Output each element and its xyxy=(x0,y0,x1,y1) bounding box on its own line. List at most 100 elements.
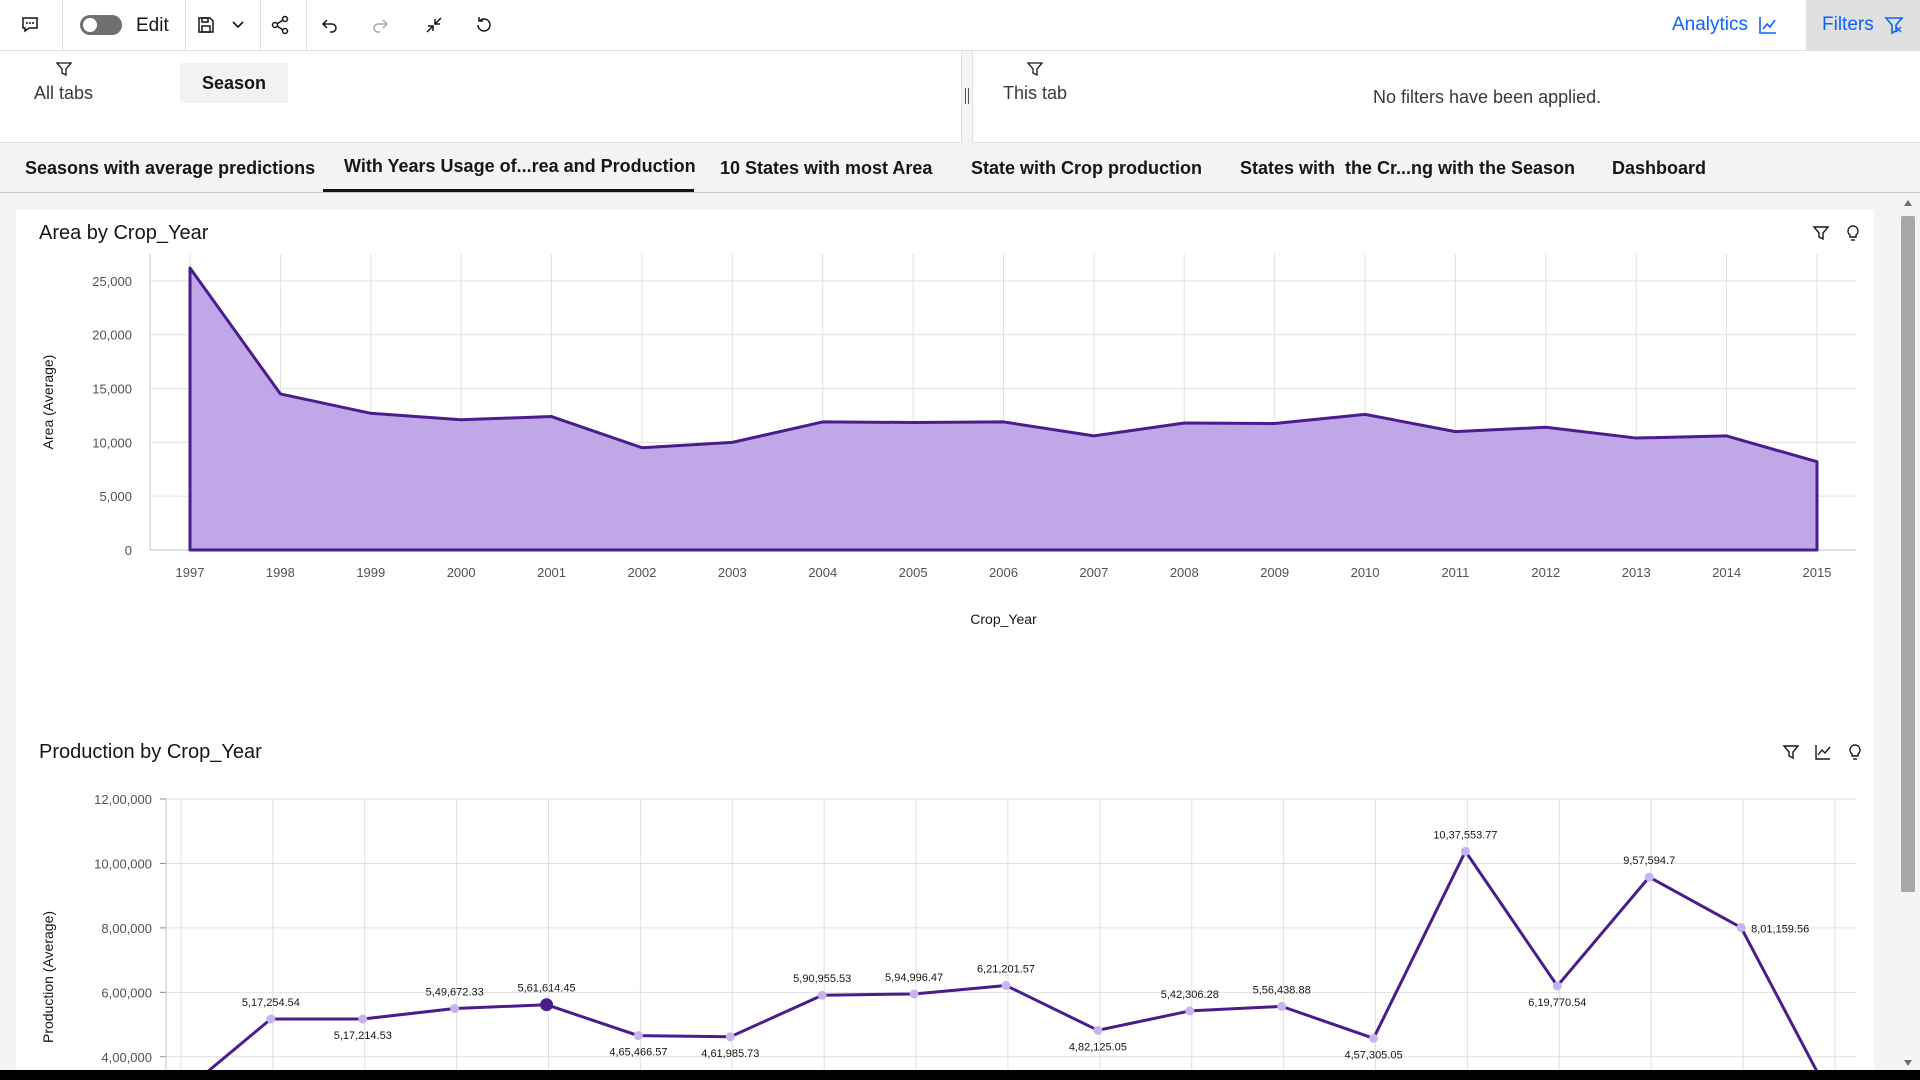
filter-icon xyxy=(55,62,72,77)
filter-icon[interactable] xyxy=(1812,224,1830,242)
area-chart[interactable]: 0 5,000 10,000 15,000 20,000 25,000 1997 1998 19… xyxy=(16,250,1874,750)
analytics-icon xyxy=(1759,17,1777,34)
filters-button[interactable]: Filters xyxy=(1806,0,1920,50)
data-label: 5,17,214.53 xyxy=(334,1030,392,1042)
y-tick-label: 10,00,000 xyxy=(94,856,152,871)
filter-icon xyxy=(1883,17,1904,35)
scrollbar-thumb[interactable] xyxy=(1901,216,1915,892)
comment-icon[interactable] xyxy=(14,0,46,50)
x-tick-label: 2009 xyxy=(1260,565,1289,580)
data-point xyxy=(1277,1001,1287,1011)
data-point xyxy=(725,1032,735,1042)
data-point xyxy=(1644,872,1654,882)
x-tick-label: 2001 xyxy=(537,565,566,580)
tab-seasons-average[interactable]: Seasons with average predictions xyxy=(25,144,315,192)
x-tick-label: 2006 xyxy=(989,565,1018,580)
scroll-up-arrow[interactable] xyxy=(1904,200,1912,206)
y-tick-label: 12,00,000 xyxy=(94,792,152,807)
tab-states-crop-season[interactable]: States with the Cr...ng with the Season xyxy=(1240,144,1575,192)
tab-dashboard[interactable]: Dashboard xyxy=(1612,144,1706,192)
data-point xyxy=(1185,1006,1195,1016)
production-chart[interactable]: 4,00,000 6,00,000 8,00,000 10,00,000 12,00,0… xyxy=(16,775,1874,1070)
data-point xyxy=(1369,1033,1379,1043)
data-point xyxy=(450,1004,460,1014)
x-tick-label: 2010 xyxy=(1351,565,1380,580)
vertical-scrollbar[interactable] xyxy=(1896,196,1920,1072)
line-chart-icon[interactable] xyxy=(1814,743,1832,761)
data-label: 4,57,305.05 xyxy=(1344,1049,1402,1061)
this-tab-label: This tab xyxy=(1003,83,1068,103)
data-label: 9,57,594.7 xyxy=(1623,855,1675,867)
data-label: 10,37,553.77 xyxy=(1433,829,1497,841)
x-tick-label: 1998 xyxy=(266,565,295,580)
x-tick-label: 1997 xyxy=(176,565,205,580)
dashboard-canvas: Area by Crop_Year 0 5,000 10,000 15,000 20,0… xyxy=(16,210,1874,1070)
data-label: 8,01,159.56 xyxy=(1751,924,1809,936)
filters-label: Filters xyxy=(1822,14,1874,35)
data-point xyxy=(1093,1025,1103,1035)
undo-icon[interactable] xyxy=(316,0,344,50)
reset-icon[interactable] xyxy=(470,0,498,50)
x-tick-label: 2003 xyxy=(718,565,747,580)
x-tick-label: 2005 xyxy=(899,565,928,580)
chevron-down-icon[interactable] xyxy=(226,0,250,50)
x-tick-label: 1999 xyxy=(356,565,385,580)
filter-bar: All tabs Season This tab No filters have… xyxy=(0,51,1920,143)
data-point xyxy=(1460,846,1470,856)
edit-label: Edit xyxy=(136,15,169,36)
x-tick-label: 2014 xyxy=(1712,565,1741,580)
redo-icon[interactable] xyxy=(366,0,394,50)
x-tick-label: 2000 xyxy=(447,565,476,580)
data-label: 5,94,996.47 xyxy=(885,972,943,984)
share-icon[interactable] xyxy=(266,0,294,50)
this-tab-scope[interactable]: This tab xyxy=(1003,61,1067,104)
data-label: 6,19,770.54 xyxy=(1528,997,1586,1009)
tab-states-most-area[interactable]: 10 States with most Area xyxy=(720,144,932,192)
y-axis-label: Production (Average) xyxy=(40,911,56,1043)
y-tick-label: 4,00,000 xyxy=(101,1050,152,1065)
y-tick-label: 6,00,000 xyxy=(101,985,152,1000)
y-tick-label: 15,000 xyxy=(92,382,132,397)
lightbulb-icon[interactable] xyxy=(1846,743,1864,761)
all-tabs-label: All tabs xyxy=(34,83,94,103)
analytics-button[interactable]: Analytics xyxy=(1672,0,1778,50)
data-label: 5,42,306.28 xyxy=(1161,989,1219,1001)
this-tab-filters: This tab No filters have been applied. xyxy=(972,51,1920,143)
all-tabs-filters: All tabs Season xyxy=(0,51,962,143)
data-label: 5,17,254.54 xyxy=(242,997,300,1009)
x-tick-label: 2004 xyxy=(808,565,837,580)
x-tick-label: 2013 xyxy=(1622,565,1651,580)
all-tabs-scope[interactable]: All tabs xyxy=(34,61,93,104)
tab-years-usage[interactable]: With Years Usage of...rea and Production xyxy=(323,144,696,192)
x-tick-label: 2012 xyxy=(1531,565,1560,580)
collapse-icon[interactable] xyxy=(420,0,448,50)
data-point xyxy=(1552,981,1562,991)
resize-handle[interactable] xyxy=(965,88,969,104)
area-chart-title: Area by Crop_Year xyxy=(39,222,209,244)
season-filter-chip[interactable]: Season xyxy=(180,63,288,103)
x-tick-label: 2008 xyxy=(1170,565,1199,580)
tab-state-crop-production[interactable]: State with Crop production xyxy=(971,144,1202,192)
no-filters-message: No filters have been applied. xyxy=(1373,87,1602,107)
scroll-down-arrow[interactable] xyxy=(1904,1060,1912,1066)
data-label: 5,90,955.53 xyxy=(793,973,851,985)
x-axis-label: Crop_Year xyxy=(970,611,1037,627)
data-point xyxy=(817,990,827,1000)
y-tick-label: 0 xyxy=(125,543,132,558)
toolbar: Edit Analytics Filters xyxy=(0,0,1920,51)
production-chart-icons xyxy=(1782,743,1864,761)
filter-icon[interactable] xyxy=(1782,743,1800,761)
save-icon[interactable] xyxy=(192,0,220,50)
data-point xyxy=(633,1031,643,1041)
edit-toggle[interactable] xyxy=(80,15,122,35)
y-tick-label: 5,000 xyxy=(99,489,132,504)
tab-bar: Seasons with average predictions With Ye… xyxy=(0,144,1920,193)
y-tick-label: 10,000 xyxy=(92,435,132,450)
lightbulb-icon[interactable] xyxy=(1844,224,1862,242)
bottom-edge xyxy=(0,1070,1920,1080)
data-point xyxy=(909,989,919,999)
data-label: 4,65,466.57 xyxy=(609,1047,667,1059)
y-tick-label: 20,000 xyxy=(92,328,132,343)
data-point xyxy=(1736,923,1746,933)
data-label: 5,49,672.33 xyxy=(426,987,484,999)
